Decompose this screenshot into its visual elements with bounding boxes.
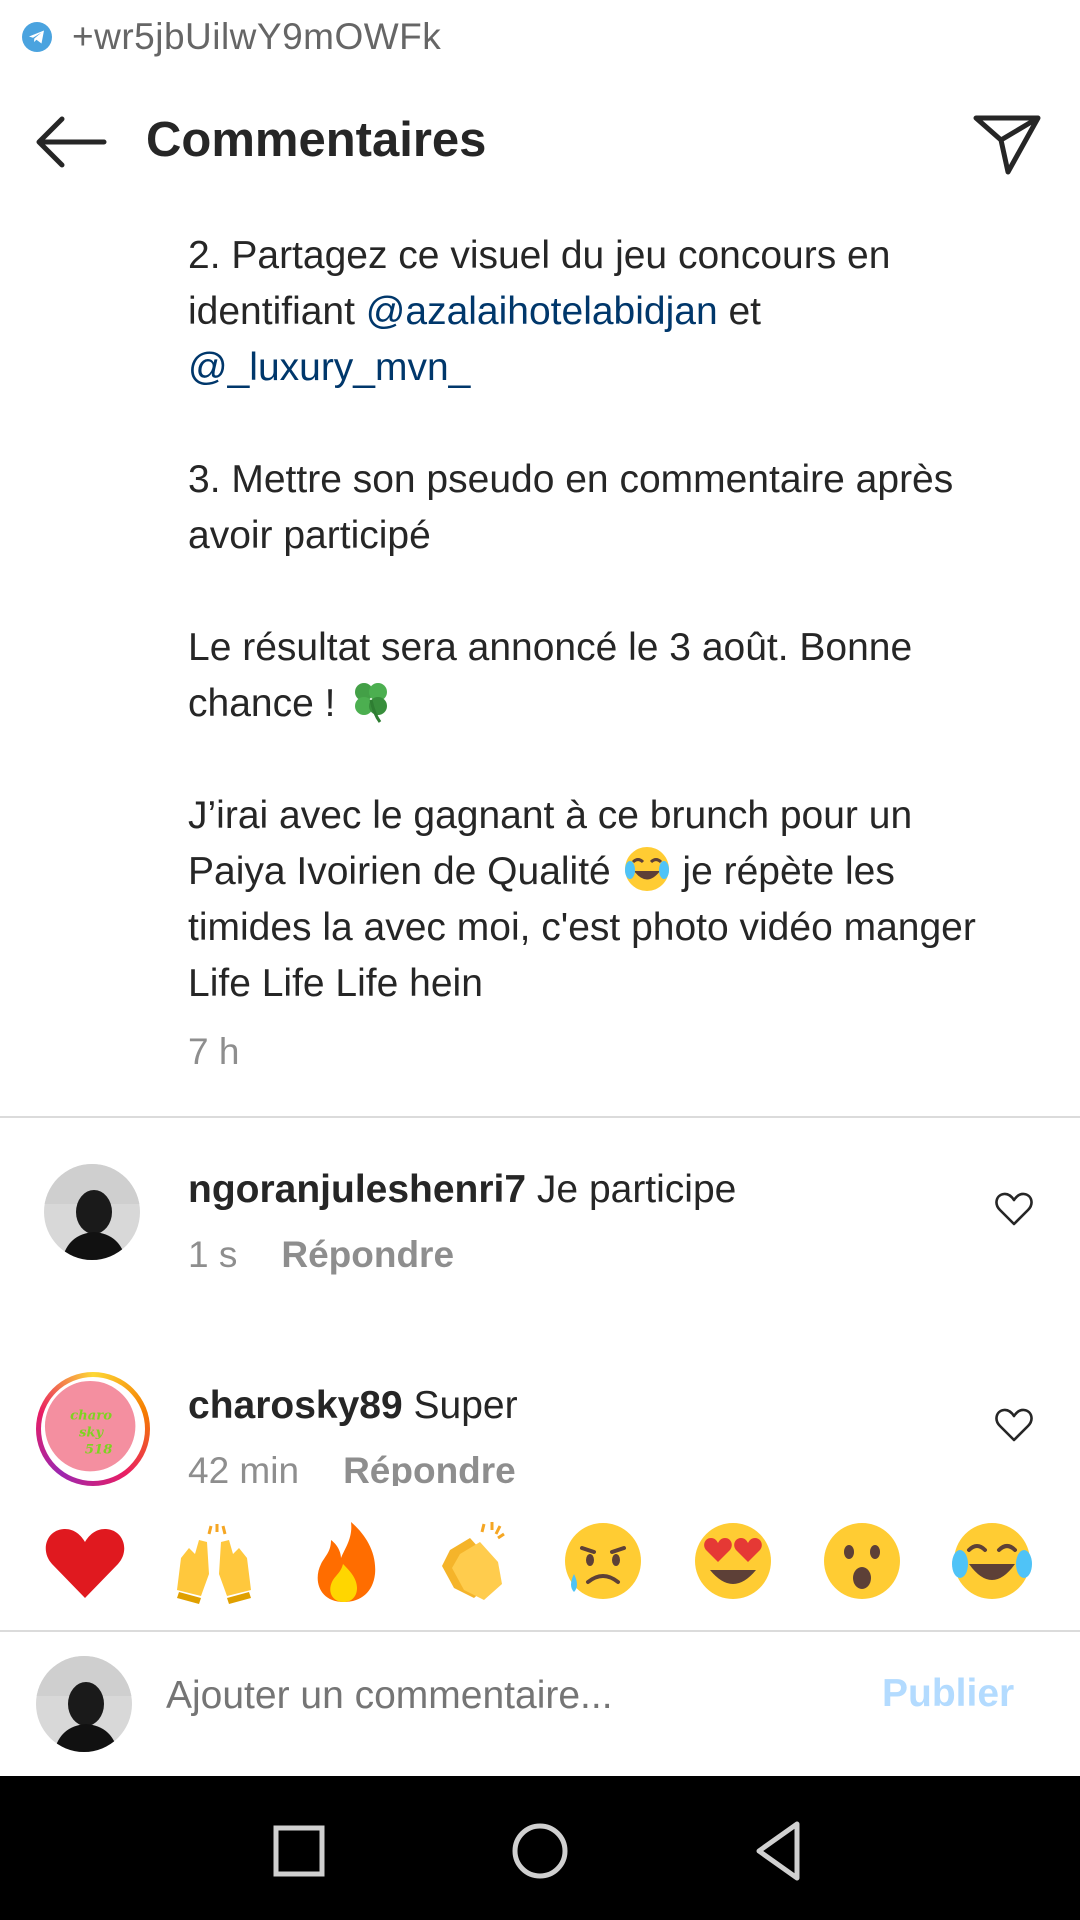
- paper-plane-icon[interactable]: [972, 112, 1042, 176]
- page-title: Commentaires: [146, 113, 487, 167]
- heart-icon[interactable]: [42, 1518, 128, 1604]
- mention-link[interactable]: @_luxury_mvn_: [188, 346, 470, 389]
- caption-paragraph: 2. Partagez ce visuel du jeu concours en…: [188, 234, 891, 389]
- publish-button[interactable]: Publier: [882, 1672, 1014, 1716]
- comment-meta: 1 s Répondre: [188, 1234, 454, 1276]
- raising-hands-icon[interactable]: [171, 1518, 257, 1604]
- comment-time: 1 s: [188, 1234, 238, 1275]
- surprised-face-icon[interactable]: [819, 1518, 905, 1604]
- tears-of-joy-icon: [624, 847, 669, 891]
- avatar-text: 518: [85, 1443, 113, 1458]
- reply-button[interactable]: Répondre: [281, 1234, 454, 1275]
- quick-reactions-bar: [0, 1486, 1080, 1630]
- avatar[interactable]: charo sky 518: [36, 1372, 150, 1486]
- comment-item: ngoranjuleshenri7 Je participe 1 s Répond…: [0, 1164, 1080, 1294]
- status-bar: +wr5jbUilwY9mOWFk: [0, 0, 1080, 78]
- mention-link[interactable]: @azalaihotelabidjan: [366, 290, 718, 333]
- caption-paragraph: Le résultat sera annoncé le 3 août. Bonn…: [188, 626, 913, 725]
- fire-icon[interactable]: [301, 1518, 387, 1604]
- comment-text: ngoranjuleshenri7 Je participe: [188, 1168, 737, 1211]
- comment-username[interactable]: ngoranjuleshenri7: [188, 1168, 526, 1211]
- avatar[interactable]: [44, 1164, 140, 1260]
- comment-time: 42 min: [188, 1450, 300, 1491]
- telegram-icon: [22, 22, 52, 52]
- header: Commentaires: [0, 96, 1080, 192]
- comment-input[interactable]: [166, 1674, 846, 1718]
- notification-text: +wr5jbUilwY9mOWFk: [72, 16, 442, 57]
- comment-text: charosky89 Super: [188, 1384, 518, 1427]
- back-nav-icon[interactable]: [745, 1816, 815, 1886]
- home-icon[interactable]: [505, 1816, 575, 1886]
- heart-outline-icon[interactable]: [994, 1406, 1034, 1444]
- reply-button[interactable]: Répondre: [343, 1450, 516, 1491]
- caption-paragraph: 3. Mettre son pseudo en commentaire aprè…: [188, 458, 954, 557]
- clapping-hands-icon[interactable]: [430, 1518, 516, 1604]
- avatar: [36, 1656, 132, 1752]
- four-leaf-clover-icon: [355, 683, 388, 723]
- recent-apps-icon[interactable]: [264, 1816, 334, 1886]
- post-time: 7 h: [188, 1031, 240, 1072]
- caption-paragraph: J’irai avec le gagnant à ce brunch pour …: [188, 794, 976, 1005]
- post-caption: 2. Partagez ce visuel du jeu concours en…: [188, 228, 1008, 1080]
- arrow-left-icon[interactable]: [34, 114, 108, 170]
- comment-username[interactable]: charosky89: [188, 1384, 403, 1427]
- comment-composer: Publier: [0, 1632, 1080, 1776]
- avatar-text: charo: [70, 1409, 112, 1424]
- avatar-text: sky: [79, 1426, 105, 1441]
- system-navigation-bar: [0, 1776, 1080, 1920]
- heart-outline-icon[interactable]: [994, 1190, 1034, 1228]
- crying-face-icon[interactable]: [560, 1518, 646, 1604]
- divider: [0, 1116, 1080, 1118]
- heart-eyes-icon[interactable]: [690, 1518, 776, 1604]
- tears-of-joy-icon[interactable]: [949, 1518, 1035, 1604]
